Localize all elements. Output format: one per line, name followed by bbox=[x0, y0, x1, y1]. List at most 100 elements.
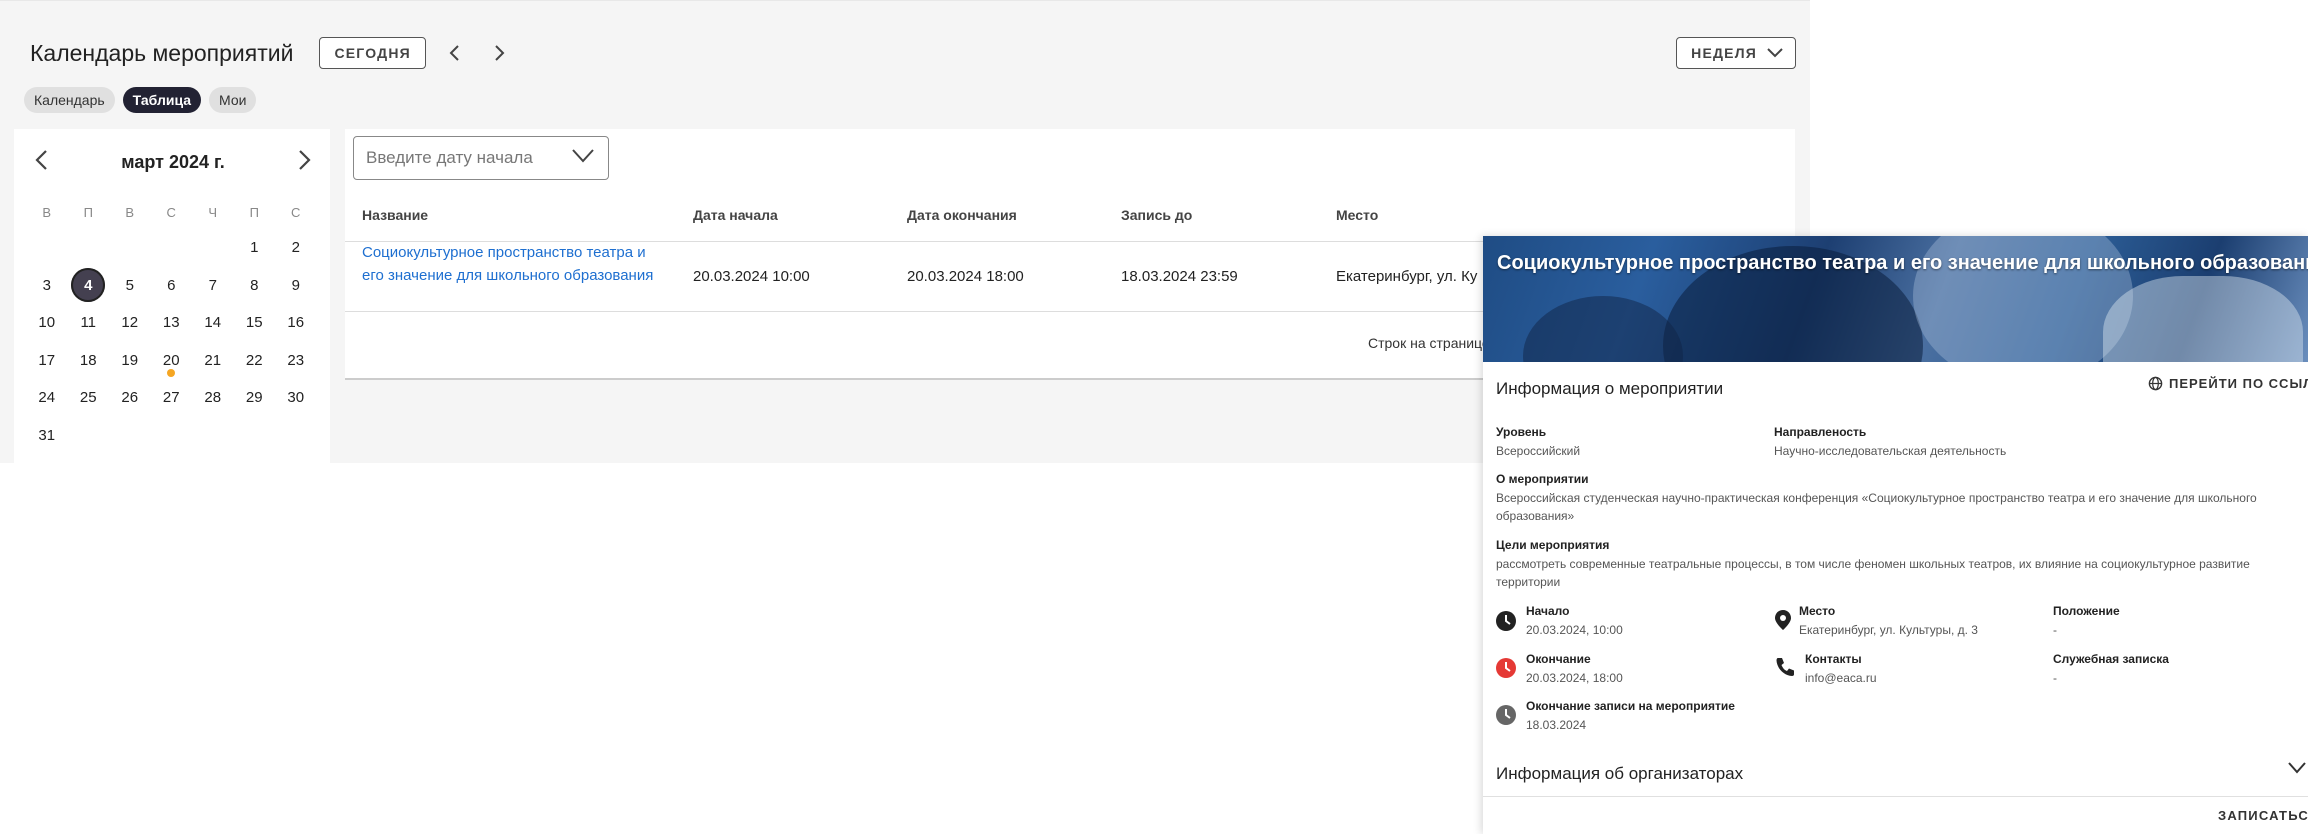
column-header-name[interactable]: Название bbox=[362, 207, 428, 223]
about-text-line2: образования» bbox=[1496, 509, 1575, 523]
calendar-day-number: 13 bbox=[162, 314, 180, 332]
calendar-day-number: 29 bbox=[245, 389, 263, 407]
direction-value: Научно-исследовательская деятельность bbox=[1774, 444, 2007, 458]
page-header: Календарь мероприятий СЕГОДНЯ НЕДЕЛЯ bbox=[30, 27, 1796, 79]
calendar-day-3[interactable]: 3 bbox=[26, 267, 68, 305]
calendar-day-28[interactable]: 28 bbox=[192, 379, 234, 417]
weekday-label: П bbox=[249, 204, 259, 220]
calendar-day-11[interactable]: 11 bbox=[68, 304, 110, 342]
phone-icon bbox=[1776, 658, 1794, 676]
calendar-day-4[interactable]: 4 bbox=[68, 267, 110, 305]
calendar-day-10[interactable]: 10 bbox=[26, 304, 68, 342]
organizers-title[interactable]: Информация об организаторах bbox=[1496, 764, 1743, 784]
panel-divider bbox=[1483, 796, 2308, 797]
end-label: Окончание bbox=[1526, 652, 1591, 666]
calendar-day-17[interactable]: 17 bbox=[26, 342, 68, 380]
calendar-day-25[interactable]: 25 bbox=[68, 379, 110, 417]
event-indicator-dot bbox=[167, 369, 176, 377]
calendar-day-2[interactable]: 2 bbox=[275, 229, 317, 267]
calendar-day-14[interactable]: 14 bbox=[192, 304, 234, 342]
calendar-day-number: 31 bbox=[38, 426, 56, 444]
prev-period-button[interactable] bbox=[436, 35, 472, 71]
calendar-day-number: 4 bbox=[71, 268, 106, 303]
calendar-day-number: 6 bbox=[167, 276, 176, 294]
calendar-day-22[interactable]: 22 bbox=[234, 342, 276, 380]
column-header-start[interactable]: Дата начала bbox=[693, 207, 778, 223]
next-period-button[interactable] bbox=[482, 35, 518, 71]
calendar-day-number: 26 bbox=[121, 389, 139, 407]
go-to-link-button[interactable]: ПЕРЕЙТИ ПО ССЫЛКЕ bbox=[2148, 376, 2308, 391]
calendar-day-24[interactable]: 24 bbox=[26, 379, 68, 417]
end-clock-icon bbox=[1496, 658, 1516, 678]
calendar-day-27[interactable]: 27 bbox=[151, 379, 193, 417]
calendar-day-number: 11 bbox=[80, 314, 97, 332]
chevron-down-icon[interactable] bbox=[2288, 762, 2306, 774]
calendar-day-26[interactable]: 26 bbox=[109, 379, 151, 417]
view-chips: Календарь Таблица Мои bbox=[24, 87, 257, 113]
memo-label: Служебная записка bbox=[2053, 652, 2169, 666]
chevron-left-icon bbox=[35, 149, 47, 170]
column-header-signup[interactable]: Запись до bbox=[1121, 207, 1192, 223]
calendar-day-30[interactable]: 30 bbox=[275, 379, 317, 417]
calendar-day-23[interactable]: 23 bbox=[275, 342, 317, 380]
calendar-day-13[interactable]: 13 bbox=[151, 304, 193, 342]
calendar-day-5[interactable]: 5 bbox=[109, 267, 151, 305]
calendar-day-number: 9 bbox=[291, 276, 300, 294]
register-button[interactable]: ЗАПИСАТЬСЯ bbox=[2218, 808, 2308, 823]
calendar-day-12[interactable]: 12 bbox=[109, 304, 151, 342]
empty-day-cell bbox=[192, 229, 234, 267]
chip-mine[interactable]: Мои bbox=[209, 87, 257, 113]
event-name-link[interactable]: Социокультурное пространство театра и ег… bbox=[362, 241, 662, 287]
column-header-place[interactable]: Место bbox=[1336, 207, 1378, 223]
weekday-label: С bbox=[291, 204, 301, 220]
calendar-day-7[interactable]: 7 bbox=[192, 267, 234, 305]
calendar-day-number: 28 bbox=[204, 389, 222, 407]
start-date-filter[interactable]: Введите дату начала bbox=[353, 136, 609, 180]
column-header-end[interactable]: Дата окончания bbox=[907, 207, 1017, 223]
today-button[interactable]: СЕГОДНЯ bbox=[319, 37, 426, 69]
contacts-value[interactable]: info@eaca.ru bbox=[1805, 669, 1877, 687]
calendar-day-15[interactable]: 15 bbox=[234, 304, 276, 342]
calendar-day-18[interactable]: 18 bbox=[68, 342, 110, 380]
calendar-day-20[interactable]: 20 bbox=[151, 342, 193, 380]
next-month-button[interactable] bbox=[298, 149, 312, 176]
calendar-day-number: 12 bbox=[121, 314, 139, 332]
start-label: Начало bbox=[1526, 604, 1570, 618]
chevron-left-icon bbox=[449, 45, 459, 61]
calendar-day-21[interactable]: 21 bbox=[192, 342, 234, 380]
calendar-day-number: 5 bbox=[125, 276, 134, 294]
calendar-day-number: 8 bbox=[250, 276, 259, 294]
weekday-label: В bbox=[42, 204, 52, 220]
view-period-select[interactable]: НЕДЕЛЯ bbox=[1676, 37, 1796, 69]
goals-text-line2: территории bbox=[1496, 575, 1561, 589]
calendar-day-16[interactable]: 16 bbox=[275, 304, 317, 342]
prev-month-button[interactable] bbox=[34, 149, 48, 176]
regulation-label: Положение bbox=[2053, 604, 2120, 618]
start-date-placeholder: Введите дату начала bbox=[366, 148, 533, 167]
calendar-day-6[interactable]: 6 bbox=[151, 267, 193, 305]
calendar-day-8[interactable]: 8 bbox=[234, 267, 276, 305]
calendar-day-number: 15 bbox=[245, 314, 263, 332]
view-period-label: НЕДЕЛЯ bbox=[1691, 45, 1757, 61]
calendar-day-number: 27 bbox=[162, 389, 180, 407]
calendar-day-number: 18 bbox=[79, 351, 97, 369]
calendar-day-number: 24 bbox=[38, 389, 56, 407]
event-info-title: Информация о мероприятии bbox=[1496, 379, 1724, 398]
clock-icon bbox=[1496, 611, 1516, 631]
calendar-day-number: 7 bbox=[208, 276, 217, 294]
calendar-day-1[interactable]: 1 bbox=[234, 229, 276, 267]
calendar-day-number: 25 bbox=[79, 389, 97, 407]
calendar-day-number: 14 bbox=[204, 314, 222, 332]
calendar-day-31[interactable]: 31 bbox=[26, 417, 68, 455]
event-banner-title: Социокультурное пространство театра и ег… bbox=[1497, 252, 2308, 274]
location-pin-icon bbox=[1775, 610, 1791, 630]
calendar-day-number: 19 bbox=[121, 351, 139, 369]
calendar-day-9[interactable]: 9 bbox=[275, 267, 317, 305]
calendar-day-number: 22 bbox=[245, 351, 263, 369]
calendar-day-19[interactable]: 19 bbox=[109, 342, 151, 380]
contacts-label: Контакты bbox=[1805, 652, 1862, 666]
globe-icon bbox=[2148, 376, 2163, 391]
calendar-day-29[interactable]: 29 bbox=[234, 379, 276, 417]
chip-table[interactable]: Таблица bbox=[122, 87, 202, 113]
chip-calendar[interactable]: Календарь bbox=[24, 87, 115, 113]
